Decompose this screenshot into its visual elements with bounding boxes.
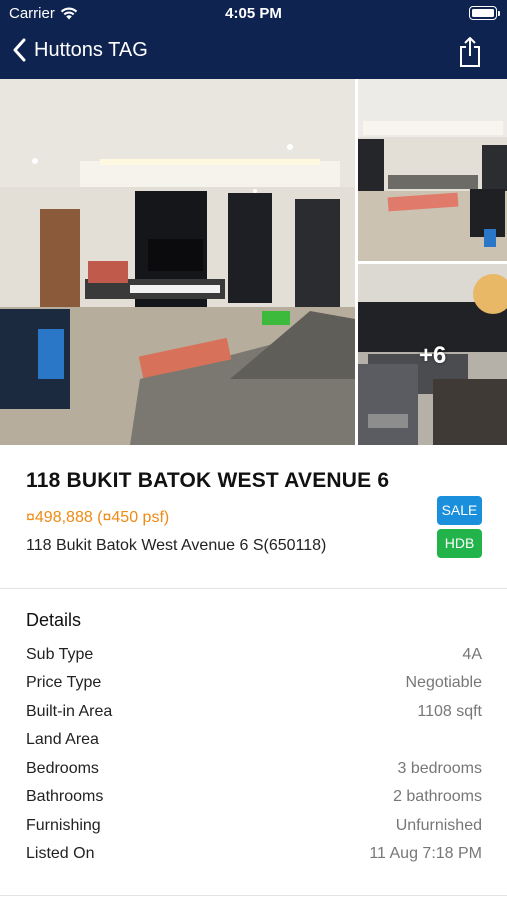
nav-title: Huttons TAG [34,38,148,61]
share-icon [460,37,480,67]
thumbnail-photo-1[interactable] [358,79,507,261]
detail-label: Built-in Area [26,703,113,720]
detail-label: Land Area [26,731,99,748]
detail-label: Price Type [26,674,102,691]
nav-bar: Huttons TAG [0,28,507,79]
detail-row-bedrooms: Bedrooms 3 bedrooms [26,760,482,782]
listing-price: ¤498,888 (¤450 psf) [26,509,170,526]
detail-label: Sub Type [26,646,94,663]
detail-row-furnishing: Furnishing Unfurnished [26,817,482,839]
detail-row-built-in-area: Built-in Area 1108 sqft [26,703,482,725]
detail-label: Furnishing [26,817,101,834]
chevron-left-icon [13,38,26,62]
detail-value: 1108 sqft [417,703,482,720]
detail-label: Bathrooms [26,788,104,805]
detail-label: Listed On [26,845,95,862]
detail-value: Negotiable [405,674,483,691]
section-divider [0,895,507,896]
detail-value: Unfurnished [395,817,482,834]
status-bar: Carrier 4:05 PM [0,0,507,28]
main-photo[interactable] [0,79,355,445]
listing-title: 118 BUKIT BATOK WEST AVENUE 6 [26,469,390,492]
share-button[interactable] [457,36,483,73]
detail-label: Bedrooms [26,760,99,777]
detail-value: 2 bathrooms [393,788,482,805]
detail-value: 11 Aug 7:18 PM [369,845,482,862]
listing-summary: 118 BUKIT BATOK WEST AVENUE 6 ¤498,888 (… [0,445,507,588]
section-divider [0,588,507,589]
sale-badge: SALE [437,496,482,525]
detail-value: 4A [462,646,482,663]
thumbnail-photo-2[interactable]: +6 [358,264,507,445]
details-heading: Details [26,610,82,630]
status-time: 4:05 PM [225,5,282,22]
hdb-badge: HDB [437,529,482,558]
back-button[interactable]: Huttons TAG [12,38,148,62]
photo-gallery: +6 [0,79,507,445]
detail-row-price-type: Price Type Negotiable [26,674,482,696]
detail-value: 3 bedrooms [397,760,483,777]
detail-row-sub-type: Sub Type 4A [26,646,482,668]
battery-icon [469,6,500,20]
detail-row-land-area: Land Area [26,731,482,753]
app-header: Carrier 4:05 PM Huttons TAG [0,0,507,79]
detail-row-listed-on: Listed On 11 Aug 7:18 PM [26,845,482,867]
more-photos-count: +6 [418,342,447,369]
listing-address: 118 Bukit Batok West Avenue 6 S(650118) [26,537,327,554]
detail-row-bathrooms: Bathrooms 2 bathrooms [26,788,482,810]
